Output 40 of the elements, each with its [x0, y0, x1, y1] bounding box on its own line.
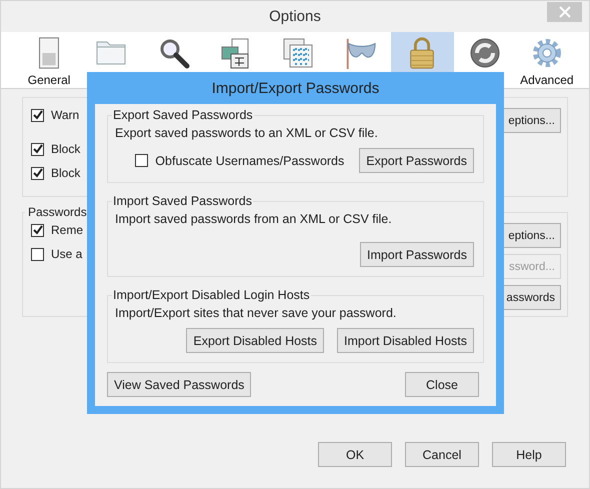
- dialog-button[interactable]: Help: [492, 442, 566, 467]
- group-title: Export Saved Passwords: [112, 108, 254, 122]
- close-icon: [558, 6, 570, 18]
- dialog-title: Import/Export Passwords: [210, 78, 380, 98]
- checkbox-label: Block: [51, 142, 80, 156]
- checkbox-box[interactable]: [31, 224, 44, 236]
- checkbox[interactable]: Use a: [31, 247, 84, 261]
- checkbox-box[interactable]: [31, 166, 44, 180]
- group-description: Import/Export sites that never save your password.: [115, 306, 398, 320]
- checkbox-label: Block: [51, 166, 80, 180]
- group-description: Export saved passwords to an XML or CSV file.: [115, 126, 379, 140]
- close-button[interactable]: Close: [405, 372, 479, 397]
- checkbox-box[interactable]: [31, 108, 44, 122]
- pane-tab[interactable]: General: [18, 32, 80, 88]
- settings-icon: [530, 36, 563, 70]
- checkbox-label: Reme: [51, 223, 84, 237]
- group-title: Import Saved Passwords: [112, 194, 253, 208]
- checkbox-label: Use a: [51, 247, 82, 261]
- checkbox[interactable]: Warn: [31, 108, 80, 122]
- dialog-button[interactable]: OK: [318, 442, 392, 467]
- checkbox-box[interactable]: [31, 248, 44, 260]
- applications-icon: [282, 36, 314, 70]
- group-title: Import/Export Disabled Login Hosts: [112, 288, 311, 302]
- checkbox[interactable]: Block: [31, 142, 80, 156]
- window-title: Options: [269, 8, 321, 25]
- checkbox-label: Warn: [51, 108, 80, 122]
- hosts-button[interactable]: Import Disabled Hosts: [337, 328, 474, 353]
- group-title: Passwords: [27, 205, 88, 219]
- import-passwords-button[interactable]: Import Passwords: [360, 242, 474, 267]
- checkbox-box[interactable]: [135, 154, 148, 167]
- hosts-button[interactable]: Export Disabled Hosts: [186, 328, 324, 353]
- group-description: Import saved passwords from an XML or CSV file.: [115, 212, 393, 226]
- checkbox-box[interactable]: [31, 142, 44, 156]
- sync-icon: [468, 36, 501, 70]
- export-passwords-button[interactable]: Export Passwords: [359, 148, 474, 173]
- checkbox[interactable]: Reme: [31, 223, 84, 237]
- pane-tab[interactable]: Advanced: [516, 32, 578, 88]
- view-saved-passwords-button[interactable]: View Saved Passwords: [107, 372, 252, 397]
- checkbox[interactable]: Block: [31, 166, 80, 180]
- dialog-button[interactable]: Cancel: [405, 442, 479, 467]
